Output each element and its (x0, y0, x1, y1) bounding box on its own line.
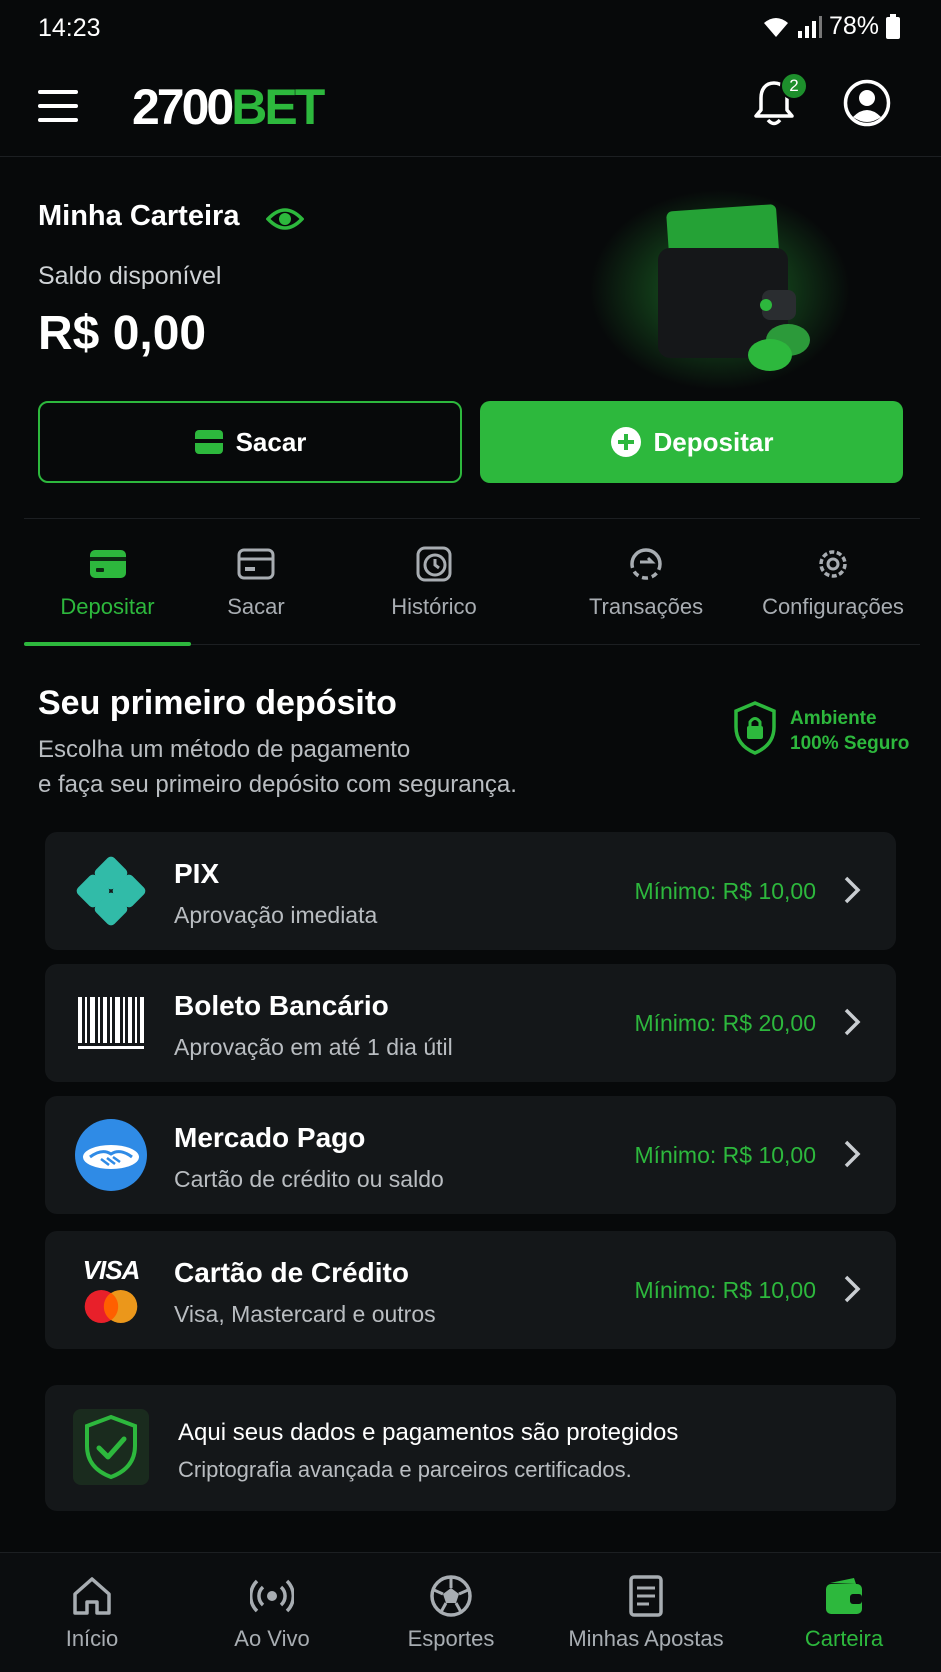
app-header: 2700BET 2 (0, 56, 941, 157)
active-tab-indicator (24, 642, 191, 646)
status-icons: 78% (761, 12, 901, 41)
payment-description: Aprovação em até 1 dia útil (174, 1034, 453, 1060)
chevron-right-icon (844, 1140, 861, 1168)
plus-circle-icon (610, 427, 641, 457)
tab-depositar[interactable]: Depositar (24, 519, 191, 646)
deposit-button[interactable]: Depositar (480, 401, 903, 483)
payment-method-mercado-pago[interactable]: Mercado Pago Cartão de crédito ou saldo … (45, 1096, 896, 1214)
wifi-icon (763, 17, 788, 37)
bet-slip-icon (629, 1575, 663, 1617)
withdraw-button[interactable]: Sacar (38, 401, 462, 483)
deposit-label: Depositar (653, 426, 774, 457)
barcode-icon (73, 988, 149, 1058)
payment-minimum: Mínimo: R$ 10,00 (634, 878, 816, 904)
wallet-tabs: Depositar Sacar Histórico Transações Con… (24, 518, 920, 646)
wallet-icon (826, 1578, 862, 1614)
status-bar: 14:23 78% (0, 0, 941, 56)
tab-configuracoes[interactable]: Configurações (746, 519, 920, 645)
wallet-illustration (590, 190, 850, 390)
protection-subtitle: Criptografia avançada e parceiros certif… (178, 1457, 632, 1482)
section-subtitle-line1: Escolha um método de pagamento (38, 736, 411, 763)
secure-badge-line1: Ambiente (790, 708, 877, 729)
payment-name: Boleto Bancário (174, 990, 389, 1021)
home-icon (73, 1577, 111, 1615)
card-icon (89, 550, 126, 578)
eye-icon[interactable] (266, 204, 304, 234)
tab-sacar[interactable]: Sacar (191, 519, 321, 645)
payment-minimum: Mínimo: R$ 20,00 (634, 1010, 816, 1036)
payment-minimum: Mínimo: R$ 10,00 (634, 1277, 816, 1303)
nav-ao-vivo[interactable]: Ao Vivo (216, 1553, 328, 1672)
pix-icon (73, 856, 149, 926)
brand-logo[interactable]: 2700BET (132, 78, 325, 136)
wallet-title: Minha Carteira (38, 200, 240, 232)
section-title: Seu primeiro depósito (38, 684, 397, 722)
secure-badge-line2: 100% Seguro (790, 733, 910, 754)
withdraw-label: Sacar (235, 426, 307, 457)
withdraw-icon (194, 430, 223, 454)
battery-icon (886, 13, 900, 39)
gear-icon (819, 550, 847, 578)
battery-percent: 78% (828, 12, 879, 40)
menu-icon[interactable] (38, 90, 78, 122)
payment-method-credit-card[interactable]: VISA Cartão de Crédito Visa, Mastercard … (45, 1231, 896, 1349)
history-icon (416, 546, 452, 582)
transactions-icon (630, 548, 662, 580)
payment-minimum: Mínimo: R$ 10,00 (634, 1142, 816, 1168)
payment-method-pix[interactable]: PIX Aprovação imediata Mínimo: R$ 10,00 (45, 832, 896, 950)
balance-value: R$ 0,00 (38, 307, 207, 360)
status-time: 14:23 (38, 14, 101, 42)
chevron-right-icon (844, 1008, 861, 1036)
soccer-ball-icon (430, 1575, 472, 1617)
nav-esportes[interactable]: Esportes (396, 1553, 506, 1672)
shield-check-icon (73, 1409, 149, 1485)
signal-icon (797, 15, 822, 38)
visa-mastercard-icon: VISA (73, 1255, 149, 1325)
nav-carteira[interactable]: Carteira (794, 1553, 894, 1672)
chevron-right-icon (844, 876, 861, 904)
balance-label: Saldo disponível (38, 262, 222, 290)
protection-title: Aqui seus dados e pagamentos são protegi… (178, 1419, 679, 1446)
tab-historico[interactable]: Histórico (354, 519, 514, 645)
payment-name: Cartão de Crédito (174, 1257, 409, 1288)
section-subtitle-line2: e faça seu primeiro depósito com seguran… (38, 771, 517, 798)
payment-name: Mercado Pago (174, 1122, 366, 1153)
notification-badge: 2 (780, 72, 808, 100)
tab-transacoes[interactable]: Transações (549, 519, 743, 645)
payment-description: Cartão de crédito ou saldo (174, 1166, 444, 1192)
payment-description: Visa, Mastercard e outros (174, 1301, 436, 1327)
bottom-navigation: Início Ao Vivo Esportes Minhas Apostas C… (0, 1552, 941, 1672)
mercado-pago-icon (73, 1119, 149, 1191)
nav-inicio[interactable]: Início (40, 1553, 144, 1672)
nav-minhas-apostas[interactable]: Minhas Apostas (560, 1553, 732, 1672)
payment-name: PIX (174, 858, 220, 889)
payment-method-boleto[interactable]: Boleto Bancário Aprovação em até 1 dia ú… (45, 964, 896, 1082)
profile-icon[interactable] (843, 79, 891, 127)
chevron-right-icon (844, 1275, 861, 1303)
withdraw-card-icon (237, 548, 275, 580)
protection-notice: Aqui seus dados e pagamentos são protegi… (45, 1385, 896, 1511)
payment-description: Aprovação imediata (174, 902, 378, 928)
shield-lock-icon (734, 701, 776, 755)
live-icon (250, 1579, 294, 1613)
